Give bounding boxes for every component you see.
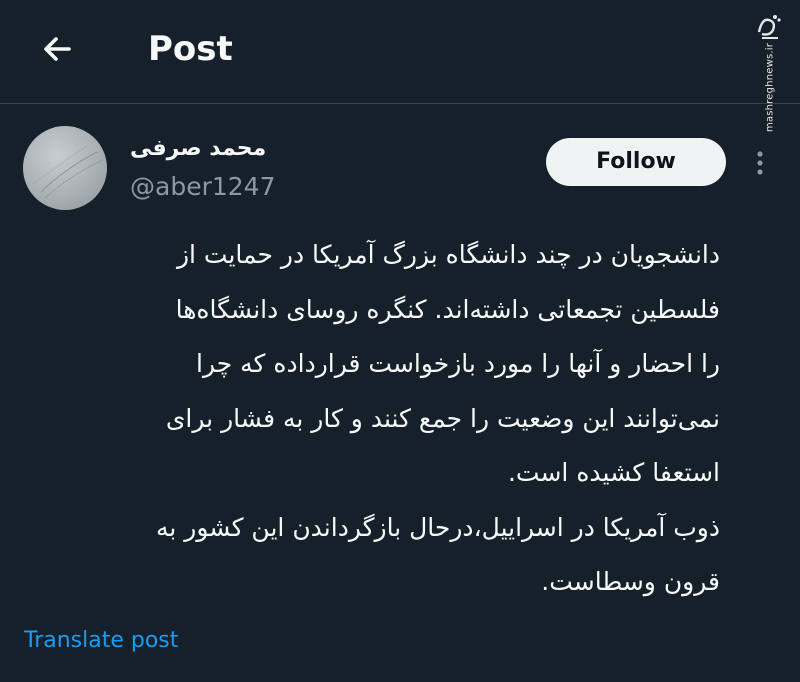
more-options-button[interactable] xyxy=(746,146,774,180)
watermark-logo xyxy=(756,12,782,40)
follow-button[interactable]: Follow xyxy=(546,138,726,186)
post-page: Post mashreghnews.ir محمد صرفی @aber1247… xyxy=(0,0,800,682)
watermark: mashreghnews.ir xyxy=(756,12,782,132)
avatar-image xyxy=(32,145,104,199)
header-bar: Post xyxy=(0,0,800,102)
more-vertical-icon xyxy=(757,151,763,175)
post-text-line: نمی‌توانند این وضعیت را جمع کنند و کار ب… xyxy=(165,403,720,433)
post-text-line: استعفا کشیده است. xyxy=(507,458,720,487)
page-title: Post xyxy=(148,29,233,69)
arrow-left-icon xyxy=(44,37,71,61)
back-button[interactable] xyxy=(30,22,84,76)
post-text-line: ذوب آمریکا در اسراییل،درحال بازگرداندن ا… xyxy=(155,512,720,542)
post-text: دانشجویان در چند دانشگاه بزرگ آمریکا در … xyxy=(20,228,720,610)
author-handle[interactable]: @aber1247 xyxy=(130,170,275,204)
avatar[interactable] xyxy=(23,126,107,210)
post-text-line: فلسطین تجمعاتی داشته‌اند. کنگره روسای دا… xyxy=(175,294,720,324)
post-text-line: قرون وسطاست. xyxy=(541,567,720,596)
post-text-line: را احضار و آنها را مورد بازخواست قرارداد… xyxy=(196,349,720,378)
watermark-site-text: mashreghnews.ir xyxy=(764,42,776,133)
author-display-name[interactable]: محمد صرفی xyxy=(130,134,266,164)
post-text-line: دانشجویان در چند دانشگاه بزرگ آمریکا در … xyxy=(176,240,720,269)
header-divider xyxy=(0,103,800,104)
translate-post-link[interactable]: Translate post xyxy=(24,624,178,658)
